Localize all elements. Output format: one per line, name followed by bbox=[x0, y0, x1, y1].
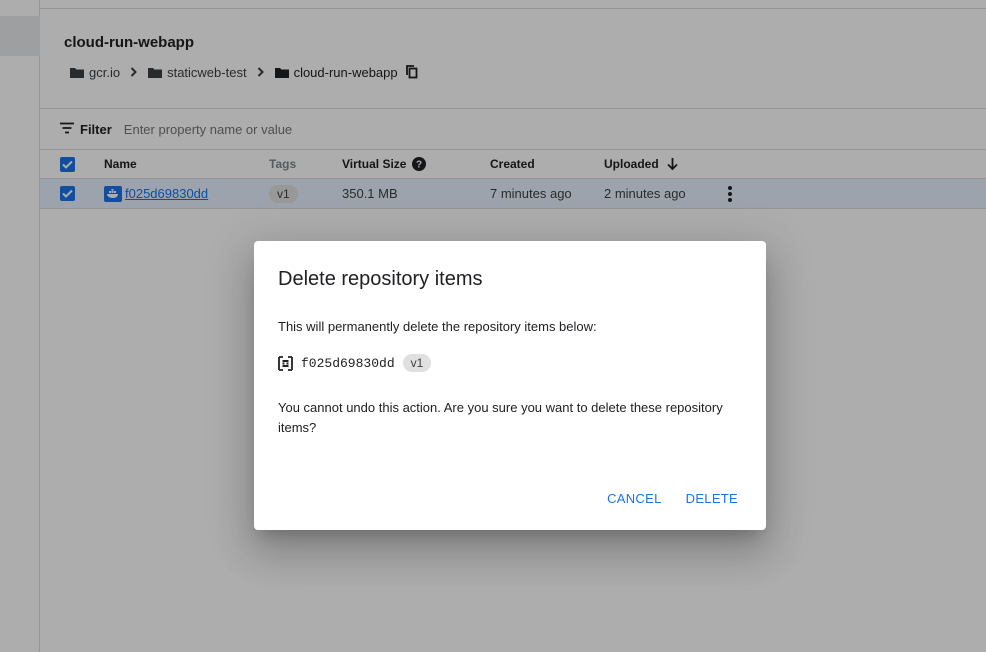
cancel-button[interactable]: CANCEL bbox=[599, 485, 670, 512]
dialog-warning: You cannot undo this action. Are you sur… bbox=[278, 400, 723, 435]
delete-dialog: Delete repository items This will perman… bbox=[254, 241, 766, 530]
dialog-message: This will permanently delete the reposit… bbox=[278, 319, 597, 334]
dialog-item-digest: f025d69830dd bbox=[301, 355, 395, 371]
digest-icon bbox=[278, 355, 293, 371]
delete-button[interactable]: DELETE bbox=[678, 485, 746, 512]
dialog-item: f025d69830dd v1 bbox=[278, 353, 432, 373]
dialog-item-tag: v1 bbox=[402, 354, 432, 372]
dialog-actions: CANCEL DELETE bbox=[599, 485, 746, 512]
dialog-title: Delete repository items bbox=[278, 268, 483, 290]
